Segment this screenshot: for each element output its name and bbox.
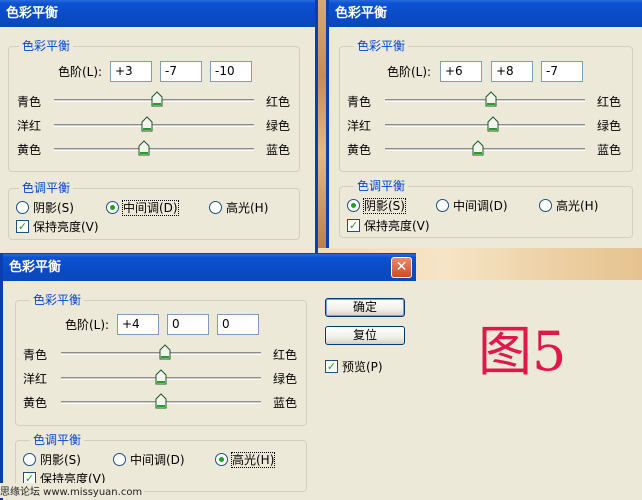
preserve-luminosity-checkbox[interactable]: ✓ bbox=[347, 219, 360, 232]
slider-right-label: 蓝色 bbox=[273, 396, 298, 410]
radio-label: 阴影(S) bbox=[33, 201, 74, 215]
slider-right-label: 红色 bbox=[597, 95, 622, 109]
level-magenta-green-input[interactable]: -7 bbox=[160, 61, 202, 82]
preview-checkbox[interactable]: ✓ bbox=[325, 360, 338, 373]
ok-button[interactable]: 确定 bbox=[325, 298, 405, 317]
slider-track bbox=[385, 148, 585, 151]
slider-track bbox=[54, 148, 254, 151]
radio-highlights[interactable] bbox=[539, 199, 552, 212]
dialog-title[interactable]: 色彩平衡 bbox=[3, 254, 416, 281]
radio-shadows[interactable] bbox=[347, 199, 360, 212]
radio-label: 中间调(D) bbox=[122, 200, 179, 216]
checkbox-label: 保持亮度(V) bbox=[33, 220, 99, 234]
group-label: 色调平衡 bbox=[354, 179, 409, 193]
slider-right-label: 绿色 bbox=[266, 119, 291, 133]
slider-thumb[interactable] bbox=[159, 344, 171, 360]
dialog-title[interactable]: 色彩平衡 bbox=[329, 0, 642, 27]
slider-thumb[interactable] bbox=[155, 369, 167, 385]
slider-left-label: 黄色 bbox=[17, 143, 42, 157]
checkbox-label: 保持亮度(V) bbox=[364, 219, 430, 233]
slider-thumb[interactable] bbox=[472, 140, 484, 156]
levels-label: 色阶(L): bbox=[58, 65, 103, 79]
level-yellow-blue-input[interactable]: -10 bbox=[210, 61, 252, 82]
watermark: 思缘论坛 www.missyuan.com bbox=[0, 483, 145, 498]
radio-label: 中间调(D) bbox=[130, 453, 185, 467]
reset-button[interactable]: 复位 bbox=[325, 326, 405, 345]
levels-label: 色阶(L): bbox=[387, 65, 432, 79]
slider-left-label: 青色 bbox=[347, 95, 372, 109]
slider-left-label: 青色 bbox=[23, 348, 48, 362]
slider-thumb[interactable] bbox=[151, 91, 163, 107]
color-balance-group: 色彩平衡 bbox=[339, 39, 633, 172]
checkbox-label: 预览(P) bbox=[342, 360, 383, 374]
radio-shadows[interactable] bbox=[16, 201, 29, 214]
level-cyan-red-input[interactable]: +4 bbox=[117, 314, 159, 335]
radio-label: 阴影(S) bbox=[40, 453, 81, 467]
level-magenta-green-input[interactable]: +8 bbox=[491, 61, 533, 82]
slider-left-label: 洋红 bbox=[347, 119, 372, 133]
dialog-title[interactable]: 色彩平衡 bbox=[0, 0, 315, 27]
radio-midtones[interactable] bbox=[113, 453, 126, 466]
level-magenta-green-input[interactable]: 0 bbox=[167, 314, 209, 335]
slider-right-label: 红色 bbox=[266, 95, 291, 109]
close-icon[interactable]: ✕ bbox=[391, 257, 412, 278]
levels-label: 色阶(L): bbox=[65, 318, 110, 332]
color-balance-dialog-2: 色彩平衡 色彩平衡 色阶(L): +6 +8 -7 青色 红色 洋红 绿色 黄色… bbox=[326, 0, 642, 248]
group-label: 色调平衡 bbox=[19, 181, 74, 195]
slider-left-label: 洋红 bbox=[17, 119, 42, 133]
radio-label: 阴影(S) bbox=[363, 198, 406, 214]
slider-right-label: 蓝色 bbox=[266, 143, 291, 157]
group-label: 色调平衡 bbox=[30, 433, 85, 447]
slider-thumb[interactable] bbox=[138, 140, 150, 156]
level-yellow-blue-input[interactable]: 0 bbox=[217, 314, 259, 335]
background-photo-strip bbox=[318, 0, 326, 255]
slider-thumb[interactable] bbox=[155, 393, 167, 409]
preserve-luminosity-checkbox[interactable]: ✓ bbox=[16, 220, 29, 233]
group-label: 色彩平衡 bbox=[19, 39, 74, 53]
slider-left-label: 黄色 bbox=[347, 143, 372, 157]
radio-label: 高光(H) bbox=[226, 201, 269, 215]
color-balance-dialog-1: 色彩平衡 色彩平衡 色阶(L): +3 -7 -10 青色 红色 洋红 绿色 黄… bbox=[0, 0, 318, 254]
slider-left-label: 洋红 bbox=[23, 372, 48, 386]
slider-left-label: 青色 bbox=[17, 95, 42, 109]
slider-thumb[interactable] bbox=[485, 91, 497, 107]
radio-highlights[interactable] bbox=[209, 201, 222, 214]
group-label: 色彩平衡 bbox=[354, 39, 409, 53]
level-yellow-blue-input[interactable]: -7 bbox=[541, 61, 583, 82]
level-cyan-red-input[interactable]: +3 bbox=[110, 61, 152, 82]
radio-label: 高光(H) bbox=[230, 452, 276, 468]
slider-track bbox=[54, 124, 254, 127]
level-cyan-red-input[interactable]: +6 bbox=[440, 61, 482, 82]
radio-label: 中间调(D) bbox=[453, 199, 508, 213]
radio-label: 高光(H) bbox=[556, 199, 599, 213]
slider-right-label: 红色 bbox=[273, 348, 298, 362]
slider-right-label: 绿色 bbox=[273, 372, 298, 386]
slider-thumb[interactable] bbox=[141, 116, 153, 132]
color-balance-dialog-3: 色彩平衡 ✕ 色彩平衡 色阶(L): +4 0 0 青色 红色 洋红 绿色 黄色… bbox=[0, 253, 416, 500]
color-balance-group: 色彩平衡 bbox=[8, 39, 300, 172]
figure-label: 图5 bbox=[478, 320, 567, 383]
slider-left-label: 黄色 bbox=[23, 396, 48, 410]
radio-shadows[interactable] bbox=[23, 453, 36, 466]
radio-midtones[interactable] bbox=[106, 201, 119, 214]
radio-highlights[interactable] bbox=[215, 453, 228, 466]
group-label: 色彩平衡 bbox=[30, 293, 85, 307]
slider-track bbox=[385, 124, 585, 127]
slider-right-label: 蓝色 bbox=[597, 143, 622, 157]
slider-right-label: 绿色 bbox=[597, 119, 622, 133]
slider-thumb[interactable] bbox=[487, 116, 499, 132]
radio-midtones[interactable] bbox=[436, 199, 449, 212]
